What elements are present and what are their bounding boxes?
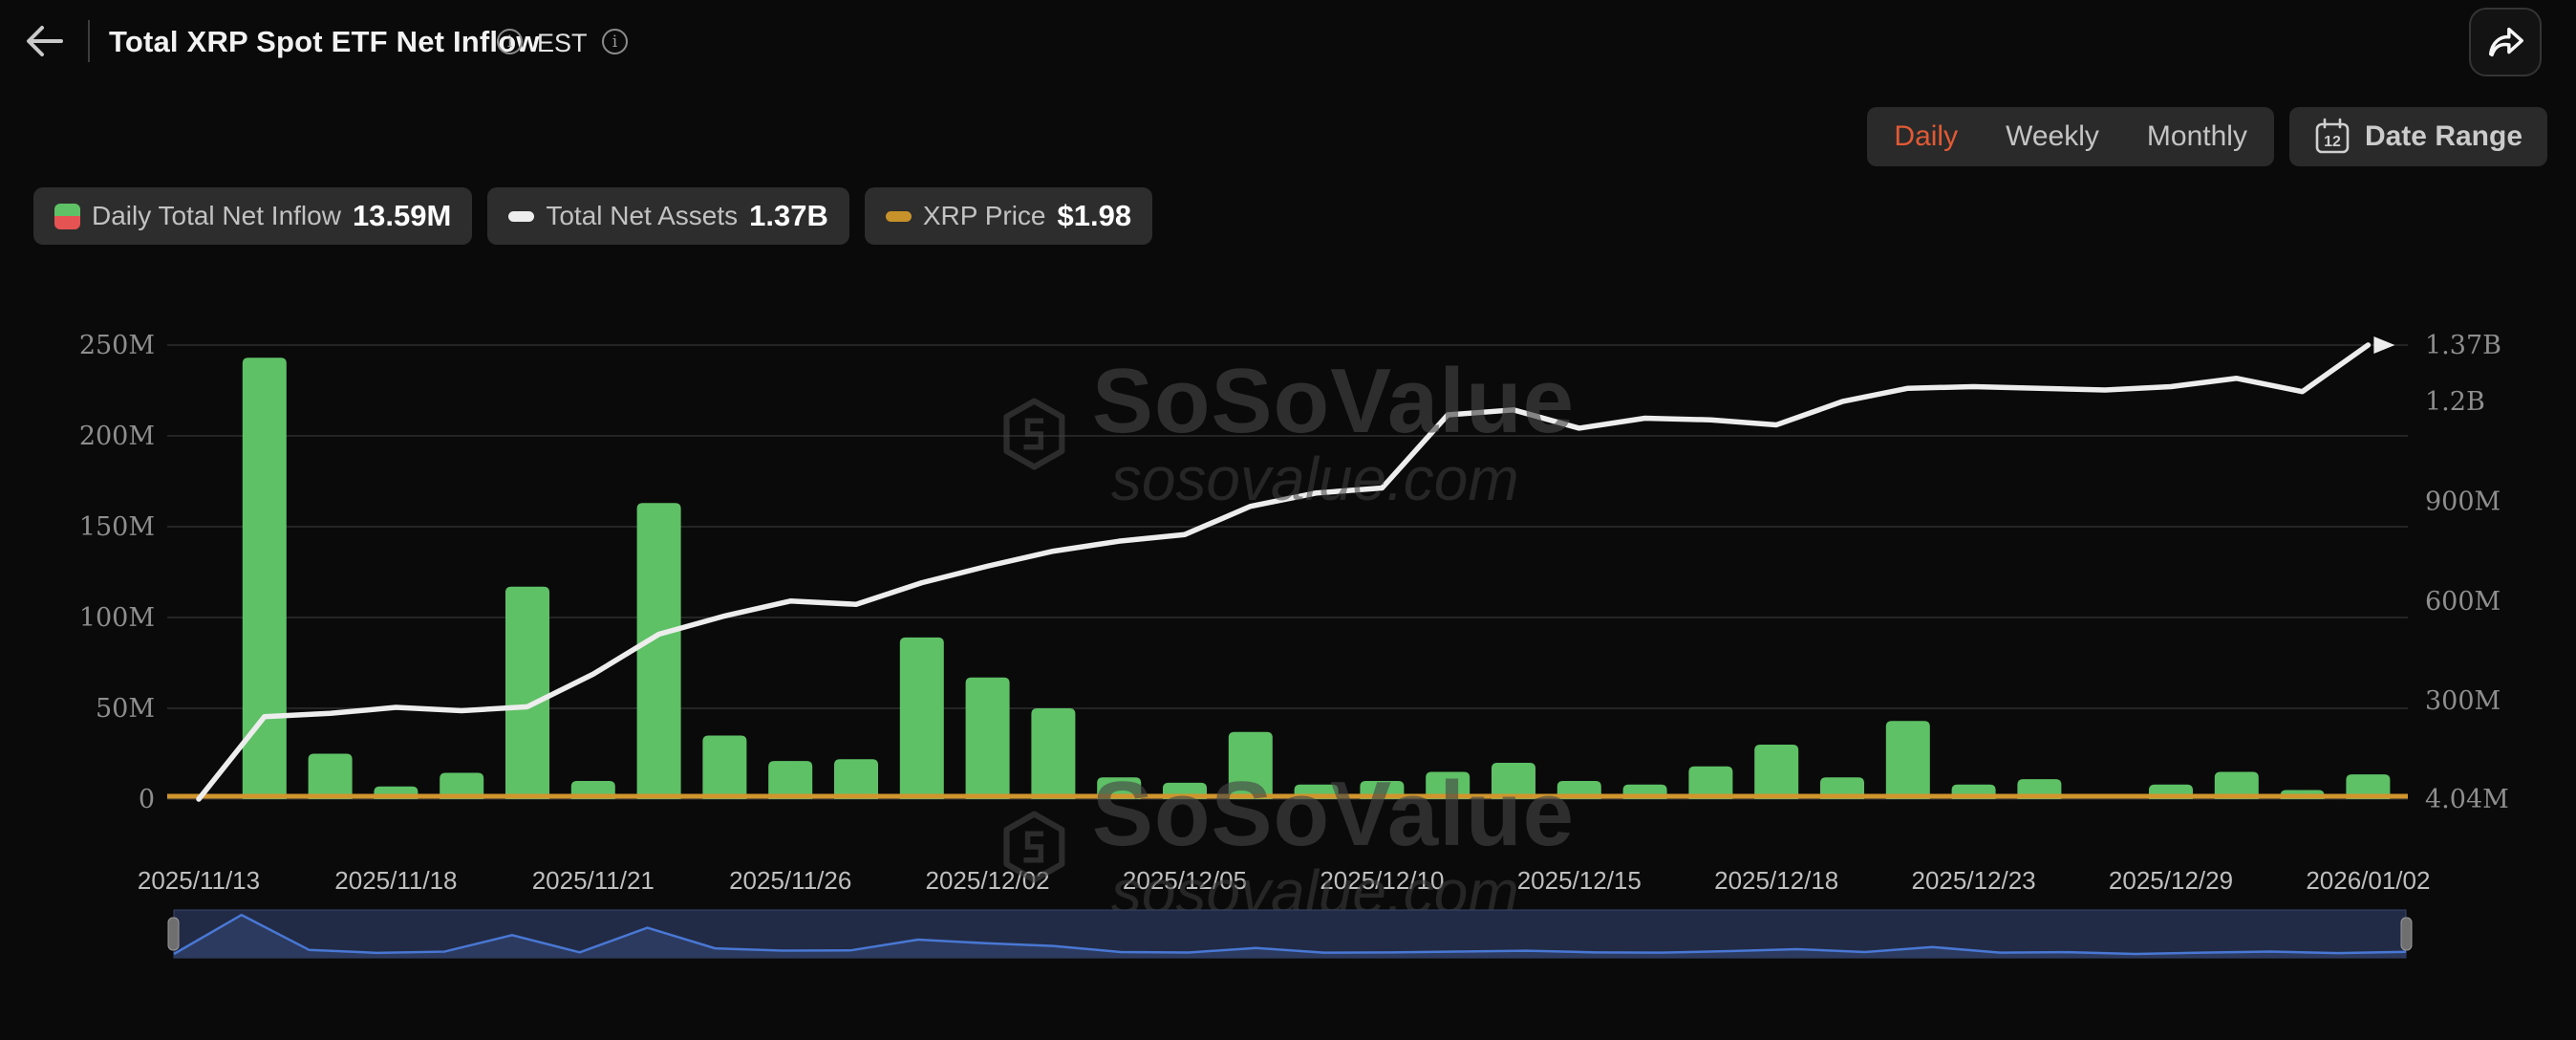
- svg-text:2025/12/15: 2025/12/15: [1517, 866, 1642, 895]
- svg-text:200M: 200M: [79, 422, 155, 451]
- legend-value: 13.59M: [353, 199, 451, 233]
- navigator-handle-right: [2401, 918, 2412, 950]
- date-range-button[interactable]: 12 Date Range: [2289, 107, 2547, 166]
- svg-text:600M: 600M: [2425, 587, 2501, 617]
- legend-value: $1.98: [1057, 199, 1131, 233]
- xrp-etf-chart-page: Total XRP Spot ETF Net Inflow i EST i Da…: [0, 0, 2576, 1040]
- legend-item-net-inflow[interactable]: Daily Total Net Inflow 13.59M: [33, 187, 472, 245]
- header-divider: [88, 20, 90, 62]
- legend-label: Daily Total Net Inflow: [92, 201, 341, 231]
- legend-value: 1.37B: [749, 199, 828, 233]
- svg-text:2025/12/10: 2025/12/10: [1320, 866, 1444, 895]
- share-button[interactable]: [2469, 8, 2542, 76]
- svg-text:2025/11/26: 2025/11/26: [729, 866, 851, 895]
- svg-text:1.2B: 1.2B: [2425, 387, 2485, 417]
- back-arrow-icon: [23, 23, 65, 59]
- interval-tabs: Daily Weekly Monthly: [1867, 107, 2274, 166]
- navigator-handle-left: [168, 918, 179, 950]
- svg-text:150M: 150M: [79, 512, 155, 542]
- svg-text:2025/12/23: 2025/12/23: [1912, 866, 2036, 895]
- svg-text:2025/12/18: 2025/12/18: [1714, 866, 1838, 895]
- svg-text:2026/01/02: 2026/01/02: [2306, 866, 2430, 895]
- svg-text:900M: 900M: [2425, 487, 2501, 516]
- title-info-icon[interactable]: i: [497, 29, 523, 54]
- date-range-label: Date Range: [2365, 120, 2522, 153]
- page-title: Total XRP Spot ETF Net Inflow: [109, 25, 540, 59]
- svg-text:4.04M: 4.04M: [2425, 785, 2509, 814]
- svg-text:2025/11/21: 2025/11/21: [532, 866, 655, 895]
- svg-text:2025/12/02: 2025/12/02: [926, 866, 1050, 895]
- legend-item-net-assets[interactable]: Total Net Assets 1.37B: [487, 187, 849, 245]
- svg-text:2025/12/29: 2025/12/29: [2109, 866, 2233, 895]
- svg-text:300M: 300M: [2425, 686, 2501, 716]
- share-icon: [2483, 20, 2527, 64]
- svg-text:2025/11/18: 2025/11/18: [334, 866, 457, 895]
- legend-item-xrp-price[interactable]: XRP Price $1.98: [865, 187, 1152, 245]
- legend-label: Total Net Assets: [546, 201, 738, 231]
- svg-text:50M: 50M: [96, 694, 155, 724]
- svg-text:250M: 250M: [79, 331, 155, 360]
- svg-text:2025/12/05: 2025/12/05: [1123, 866, 1247, 895]
- calendar-icon: 12: [2314, 118, 2351, 156]
- chart-controls: Daily Weekly Monthly 12 Date Range: [1867, 107, 2547, 166]
- legend-label: XRP Price: [923, 201, 1046, 231]
- green-red-split-square-icon: [54, 204, 80, 229]
- white-dash-icon: [508, 211, 534, 222]
- timezone-label: EST: [537, 29, 588, 58]
- svg-text:12: 12: [2324, 134, 2341, 150]
- main-chart: 0 50M 100M 150M 200M 250M 4.04M 300M 600M 900M 1.2…: [0, 325, 2576, 918]
- svg-text:0: 0: [139, 785, 155, 814]
- svg-text:100M: 100M: [79, 603, 155, 633]
- back-button[interactable]: [21, 19, 67, 63]
- page-header: Total XRP Spot ETF Net Inflow i EST i: [0, 0, 2576, 82]
- tab-monthly[interactable]: Monthly: [2147, 120, 2247, 153]
- timeline-navigator[interactable]: [0, 906, 2576, 967]
- gold-dash-icon: [886, 211, 912, 222]
- svg-text:2025/11/13: 2025/11/13: [138, 866, 260, 895]
- svg-text:1.37B: 1.37B: [2425, 331, 2501, 360]
- timezone-info-icon[interactable]: i: [602, 29, 628, 54]
- tab-daily[interactable]: Daily: [1894, 120, 1958, 153]
- tab-weekly[interactable]: Weekly: [2006, 120, 2099, 153]
- chart-legend: Daily Total Net Inflow 13.59M Total Net …: [33, 187, 1152, 245]
